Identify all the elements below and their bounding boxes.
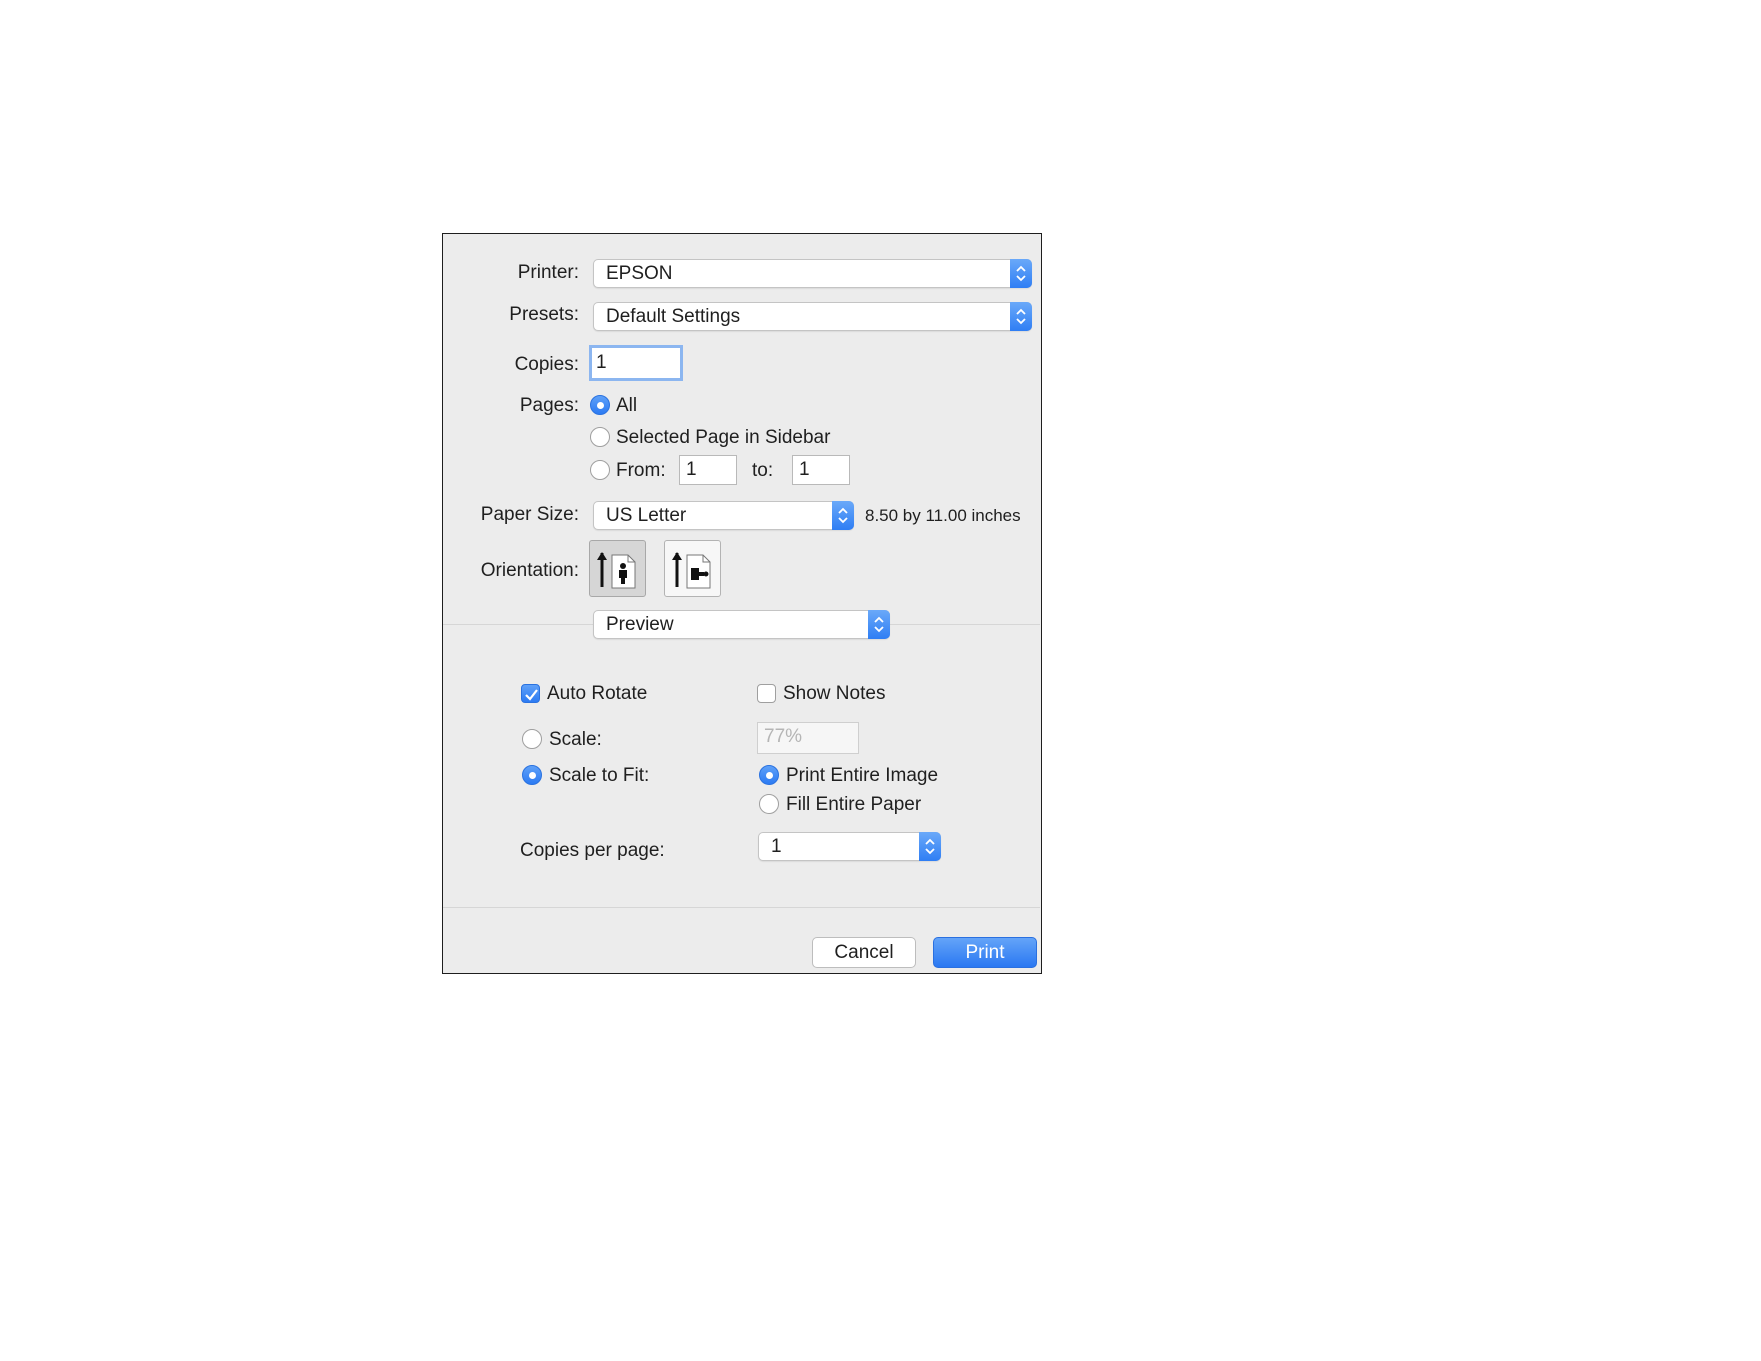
paper-dimensions: 8.50 by 11.00 inches [865, 506, 1021, 525]
copies-input[interactable]: 1 [589, 345, 683, 381]
auto-rotate-label: Auto Rotate [547, 683, 648, 704]
show-notes-checkbox[interactable] [757, 684, 776, 703]
printer-popup[interactable]: EPSON [593, 259, 1032, 288]
section-popup[interactable]: Preview [593, 610, 890, 639]
pages-to-label: to: [752, 460, 774, 481]
scale-input[interactable]: 77% [757, 722, 859, 754]
pages-all-label: All [616, 395, 638, 416]
cancel-button[interactable]: Cancel [812, 937, 916, 968]
section-popup-value: Preview [606, 614, 674, 635]
checkmark-icon [525, 689, 538, 701]
popup-stepper-icon [1010, 302, 1032, 331]
copies-label: Copies: [514, 354, 579, 375]
presets-value: Default Settings [606, 306, 741, 327]
pages-to-input[interactable]: 1 [792, 455, 850, 485]
paper-size-value: US Letter [606, 505, 687, 526]
portrait-orientation-button[interactable] [589, 540, 646, 597]
popup-stepper-icon [832, 501, 854, 530]
copies-per-page-popup[interactable]: 1 [758, 832, 941, 861]
popup-stepper-icon [868, 610, 890, 639]
landscape-icon [672, 552, 711, 589]
print-entire-image-label: Print Entire Image [786, 765, 939, 786]
scale-radio[interactable] [522, 729, 542, 749]
print-dialog: Printer: EPSON Presets: Default Settings… [442, 233, 1042, 974]
fill-entire-paper-radio[interactable] [759, 794, 779, 814]
scale-to-fit-radio[interactable] [522, 765, 542, 785]
print-button[interactable]: Print [933, 937, 1037, 968]
popup-stepper-icon [1010, 259, 1032, 288]
scale-label: Scale: [549, 729, 602, 750]
fill-entire-paper-label: Fill Entire Paper [786, 794, 922, 815]
popup-stepper-icon [919, 832, 941, 861]
presets-popup[interactable]: Default Settings [593, 302, 1032, 331]
auto-rotate-checkbox[interactable] [521, 684, 540, 703]
pages-selected-radio[interactable] [590, 427, 610, 447]
copies-per-page-value: 1 [771, 836, 782, 857]
landscape-orientation-button[interactable] [664, 540, 721, 597]
printer-label: Printer: [517, 262, 579, 283]
pages-selected-label: Selected Page in Sidebar [616, 427, 831, 448]
print-entire-image-radio[interactable] [759, 765, 779, 785]
pages-from-label: From: [616, 460, 666, 481]
pages-from-radio[interactable] [590, 460, 610, 480]
show-notes-label: Show Notes [783, 683, 886, 704]
pages-all-radio[interactable] [590, 395, 610, 415]
portrait-icon [597, 552, 636, 589]
pages-from-input[interactable]: 1 [679, 455, 737, 485]
copies-per-page-label: Copies per page: [520, 840, 665, 861]
paper-size-label: Paper Size: [480, 504, 579, 525]
presets-label: Presets: [509, 304, 579, 325]
pages-label: Pages: [519, 395, 579, 416]
printer-value: EPSON [606, 263, 673, 284]
footer-separator [443, 907, 1040, 908]
scale-to-fit-label: Scale to Fit: [549, 765, 650, 786]
paper-size-popup[interactable]: US Letter [593, 501, 854, 530]
orientation-label: Orientation: [480, 560, 579, 581]
